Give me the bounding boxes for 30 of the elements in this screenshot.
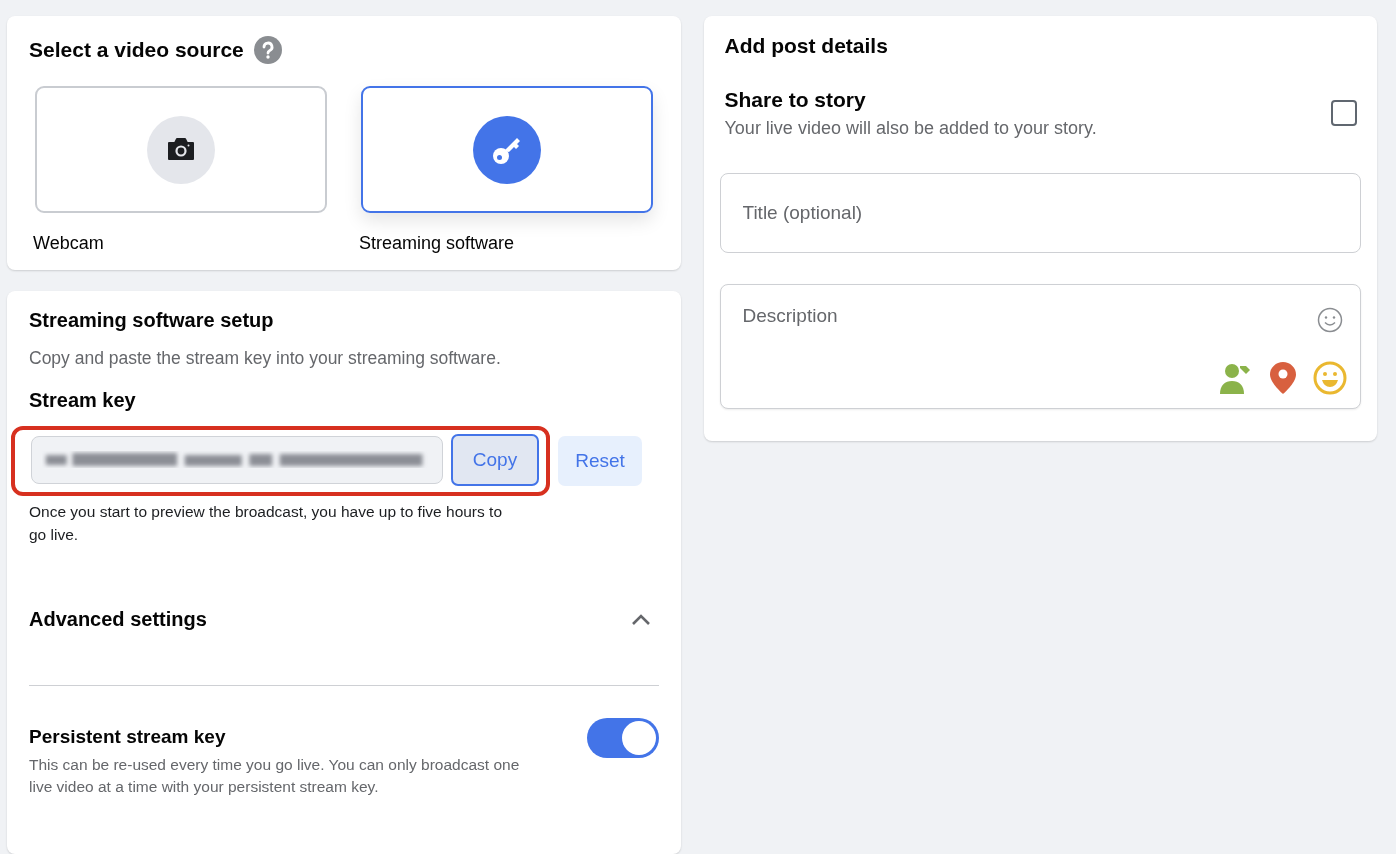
- source-label: Webcam: [33, 233, 104, 254]
- stream-key-field[interactable]: [31, 436, 443, 484]
- source-tile[interactable]: [361, 86, 653, 213]
- location-pin-icon[interactable]: [1269, 361, 1297, 395]
- copy-button[interactable]: Copy: [451, 434, 539, 486]
- key-icon: [473, 115, 541, 184]
- description-field[interactable]: Description: [719, 284, 1361, 409]
- share-story-description: Your live video will also be added to your story.: [724, 118, 1097, 139]
- title-field[interactable]: Title (optional): [719, 173, 1361, 253]
- section-title: Streaming software setup: [29, 309, 275, 332]
- help-icon[interactable]: [253, 36, 282, 64]
- setup-description: Copy and paste the stream key into your streaming software.: [29, 348, 502, 369]
- section-title: Select a video source: [29, 38, 244, 62]
- stream-key-note: Once you start to preview the broadcast, you have up to five hours to go live.: [29, 502, 503, 545]
- smiley-icon[interactable]: [1317, 307, 1343, 333]
- section-title: Add post details: [724, 34, 889, 58]
- chevron-up-icon[interactable]: [630, 613, 651, 626]
- section-title: Advanced settings: [29, 608, 207, 631]
- setting-title: Persistent stream key: [29, 726, 226, 747]
- source-label: Streaming software: [359, 233, 515, 254]
- checkbox[interactable]: [1331, 100, 1357, 126]
- camera-icon: [147, 115, 215, 184]
- stream-key-label: Stream key: [29, 389, 137, 412]
- source-tile[interactable]: [35, 86, 327, 213]
- share-story-title: Share to story: [724, 88, 866, 111]
- smiley-icon[interactable]: [1313, 361, 1347, 395]
- tag-person-icon[interactable]: [1219, 361, 1253, 395]
- reset-button[interactable]: Reset: [558, 436, 642, 486]
- setting-description: This can be re-used every time you go live. You can only broadcast one live video at a time with your persistent stream key.: [29, 755, 521, 797]
- toggle-switch[interactable]: [586, 718, 659, 758]
